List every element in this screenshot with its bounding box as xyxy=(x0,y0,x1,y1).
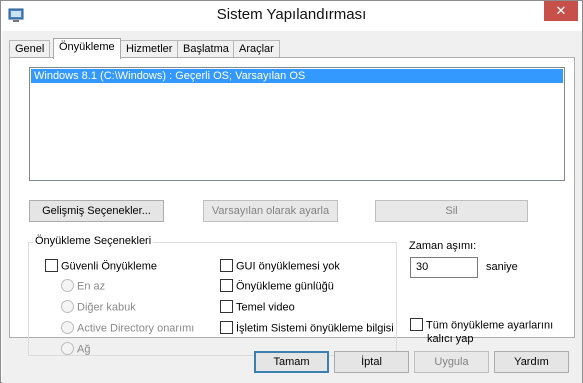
checkbox-box[interactable] xyxy=(45,259,58,272)
apply-button[interactable]: Uygula xyxy=(414,351,489,373)
tab-startup[interactable]: Başlatma xyxy=(177,40,235,58)
ad-repair-label: Active Directory onarımı xyxy=(77,322,195,335)
boot-tab-panel: Windows 8.1 (C:\Windows) : Geçerli OS; V… xyxy=(9,57,575,356)
base-video-checkbox[interactable]: Temel video xyxy=(220,300,295,315)
radio-circle[interactable] xyxy=(61,342,74,355)
safe-boot-checkbox[interactable]: Güvenli Önyükleme xyxy=(45,259,157,274)
delete-button[interactable]: Sil xyxy=(375,200,528,222)
make-permanent-label-line1: Tüm önyükleme ayarlarını xyxy=(426,319,554,332)
tab-tools[interactable]: Araçlar xyxy=(233,40,280,58)
checkbox-box[interactable] xyxy=(410,318,423,331)
minimal-label: En az xyxy=(77,280,106,293)
boot-options-group: Önyükleme Seçenekleri Güvenli Önyükleme … xyxy=(28,235,397,357)
cancel-button[interactable]: İptal xyxy=(334,351,409,373)
help-button[interactable]: Yardım xyxy=(494,351,569,373)
timeout-label: Zaman aşımı: xyxy=(409,240,477,252)
checkbox-box[interactable] xyxy=(220,279,233,292)
safe-boot-label: Güvenli Önyükleme xyxy=(61,260,157,273)
timeout-unit-label: saniye xyxy=(486,261,518,273)
boot-log-checkbox[interactable]: Önyükleme günlüğü xyxy=(220,279,334,294)
make-permanent-checkbox[interactable]: Tüm önyükleme ayarlarını kalıcı yap xyxy=(410,318,554,347)
radio-circle[interactable] xyxy=(61,300,74,313)
checkbox-box[interactable] xyxy=(220,321,233,334)
dialog-client-area: Genel Önyükleme Hizmetler Başlatma Araçl… xyxy=(2,31,582,383)
tab-boot[interactable]: Önyükleme xyxy=(53,38,121,59)
checkbox-box[interactable] xyxy=(220,300,233,313)
os-list-item[interactable]: Windows 8.1 (C:\Windows) : Geçerli OS; V… xyxy=(31,69,563,83)
safe-boot-alternate-shell-radio[interactable]: Diğer kabuk xyxy=(61,300,136,315)
advanced-options-button[interactable]: Gelişmiş Seçenekler... xyxy=(29,200,164,222)
base-video-label: Temel video xyxy=(236,301,295,314)
make-permanent-label-line2: kalıcı yap xyxy=(427,333,474,346)
safe-boot-network-radio[interactable]: Ağ xyxy=(61,342,91,357)
alternate-shell-label: Diğer kabuk xyxy=(77,301,136,314)
no-gui-boot-label: GUI önyüklemesi yok xyxy=(236,260,340,273)
boot-log-label: Önyükleme günlüğü xyxy=(236,280,334,293)
os-boot-info-label: İşletim Sistemi önyükleme bilgisi xyxy=(236,322,394,335)
network-label: Ağ xyxy=(77,343,91,356)
timeout-input[interactable]: 30 xyxy=(410,257,478,278)
tab-services[interactable]: Hizmetler xyxy=(120,40,179,58)
checkbox-box[interactable] xyxy=(220,259,233,272)
title-bar[interactable]: Sistem Yapılandırması ✕ xyxy=(1,1,582,31)
set-default-button[interactable]: Varsayılan olarak ayarla xyxy=(203,200,338,222)
os-boot-info-checkbox[interactable]: İşletim Sistemi önyükleme bilgisi xyxy=(220,321,394,336)
safe-boot-minimal-radio[interactable]: En az xyxy=(61,279,106,294)
boot-options-legend: Önyükleme Seçenekleri xyxy=(33,235,154,247)
safe-boot-ad-repair-radio[interactable]: Active Directory onarımı xyxy=(61,321,195,336)
radio-circle[interactable] xyxy=(61,321,74,334)
close-button[interactable]: ✕ xyxy=(544,1,578,21)
ok-button[interactable]: Tamam xyxy=(254,351,329,373)
radio-circle[interactable] xyxy=(61,279,74,292)
system-configuration-window: Sistem Yapılandırması ✕ Genel Önyükleme … xyxy=(0,0,583,383)
no-gui-boot-checkbox[interactable]: GUI önyüklemesi yok xyxy=(220,259,340,274)
tab-general[interactable]: Genel xyxy=(9,40,51,58)
window-title: Sistem Yapılandırması xyxy=(216,6,367,23)
boot-os-list[interactable]: Windows 8.1 (C:\Windows) : Geçerli OS; V… xyxy=(29,67,565,181)
